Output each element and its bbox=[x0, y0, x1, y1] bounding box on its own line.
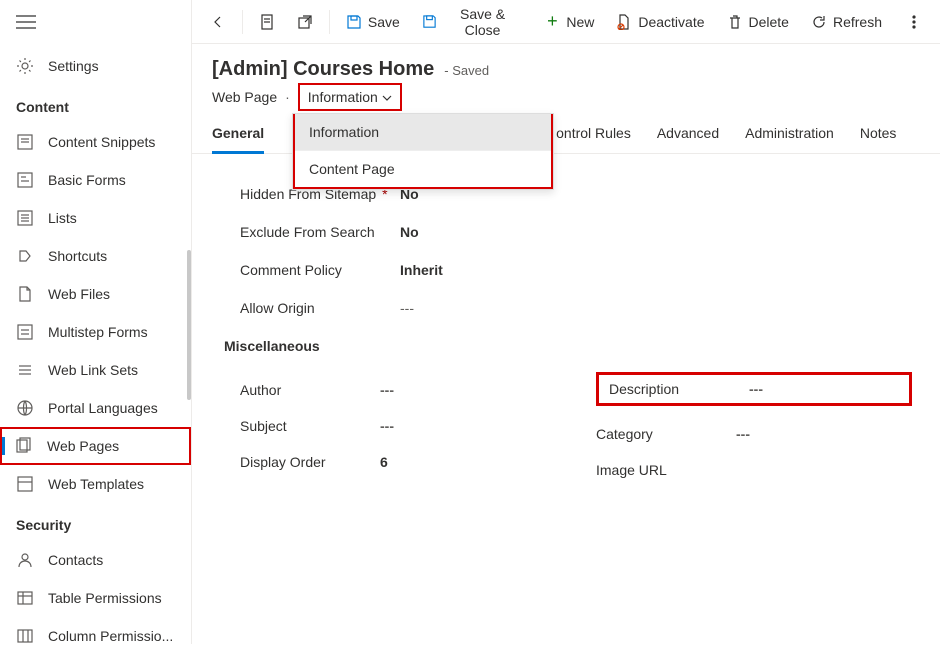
files-icon bbox=[16, 285, 34, 303]
list-icon bbox=[16, 209, 34, 227]
sidebar-item-web-templates[interactable]: Web Templates bbox=[0, 465, 191, 503]
field-exclude-from-search[interactable]: Exclude From Search No bbox=[240, 224, 912, 240]
deactivate-icon bbox=[616, 14, 632, 30]
linkset-icon bbox=[16, 361, 34, 379]
field-comment-policy[interactable]: Comment Policy Inherit bbox=[240, 262, 912, 278]
contacts-icon bbox=[16, 551, 34, 569]
save-button[interactable]: Save bbox=[336, 6, 410, 38]
field-subject[interactable]: Subject --- bbox=[240, 418, 556, 434]
document-icon bbox=[259, 14, 275, 30]
tableperm-icon bbox=[16, 589, 34, 607]
tab-advanced[interactable]: Advanced bbox=[657, 125, 719, 153]
gear-icon bbox=[16, 57, 34, 75]
sidebar-item-label: Web Templates bbox=[48, 476, 144, 492]
plus-icon: + bbox=[544, 14, 560, 30]
sidebar-item-label: Multistep Forms bbox=[48, 324, 148, 340]
section-miscellaneous: Miscellaneous bbox=[224, 338, 912, 354]
webpages-icon bbox=[15, 437, 33, 455]
sidebar-item-web-files[interactable]: Web Files bbox=[0, 275, 191, 313]
colperm-icon bbox=[16, 627, 34, 645]
sidebar: Settings Content Content Snippets Basic … bbox=[0, 0, 192, 644]
hamburger-menu[interactable] bbox=[16, 14, 175, 33]
field-image-url[interactable]: Image URL bbox=[596, 462, 912, 478]
sidebar-item-label: Settings bbox=[48, 58, 99, 74]
back-button[interactable] bbox=[200, 6, 236, 38]
dropdown-item-content-page[interactable]: Content Page bbox=[295, 150, 551, 187]
sidebar-item-basic-forms[interactable]: Basic Forms bbox=[0, 161, 191, 199]
sidebar-item-shortcuts[interactable]: Shortcuts bbox=[0, 237, 191, 275]
view-selector[interactable]: Information bbox=[302, 85, 398, 109]
sidebar-item-multistep-forms[interactable]: Multistep Forms bbox=[0, 313, 191, 351]
delete-button[interactable]: Delete bbox=[717, 6, 799, 38]
sidebar-item-portal-languages[interactable]: Portal Languages bbox=[0, 389, 191, 427]
sidebar-item-label: Content Snippets bbox=[48, 134, 155, 150]
multistep-icon bbox=[16, 323, 34, 341]
save-icon bbox=[346, 14, 362, 30]
sidebar-item-label: Web Pages bbox=[47, 438, 119, 454]
sidebar-item-content-snippets[interactable]: Content Snippets bbox=[0, 123, 191, 161]
sidebar-item-label: Lists bbox=[48, 210, 77, 226]
sidebar-scrollbar[interactable] bbox=[187, 250, 191, 400]
sidebar-item-label: Web Files bbox=[48, 286, 110, 302]
field-description[interactable]: Description --- bbox=[596, 372, 912, 406]
save-close-button[interactable]: Save & Close bbox=[412, 0, 533, 46]
language-icon bbox=[16, 399, 34, 417]
field-category[interactable]: Category --- bbox=[596, 426, 912, 442]
more-icon bbox=[906, 14, 922, 30]
delete-icon bbox=[727, 14, 743, 30]
form-content: Hidden From Sitemap* No Exclude From Sea… bbox=[192, 154, 940, 644]
dropdown-item-information[interactable]: Information bbox=[295, 114, 551, 150]
sidebar-item-label: Portal Languages bbox=[48, 400, 158, 416]
open-button[interactable] bbox=[287, 6, 323, 38]
section-content: Content bbox=[0, 85, 191, 123]
field-display-order[interactable]: Display Order 6 bbox=[240, 454, 556, 470]
toolbar: Save Save & Close +New Deactivate Delete… bbox=[192, 0, 940, 44]
chevron-down-icon bbox=[382, 89, 392, 105]
entity-name: Web Page bbox=[212, 89, 277, 105]
section-security: Security bbox=[0, 503, 191, 541]
field-author[interactable]: Author --- bbox=[240, 382, 556, 398]
template-icon bbox=[16, 475, 34, 493]
tab-control-rules[interactable]: ontrol Rules bbox=[556, 125, 631, 153]
view-selector-dropdown: Information Content Page bbox=[292, 113, 554, 190]
sidebar-item-label: Web Link Sets bbox=[48, 362, 138, 378]
field-allow-origin[interactable]: Allow Origin --- bbox=[240, 300, 912, 316]
deactivate-button[interactable]: Deactivate bbox=[606, 6, 714, 38]
sidebar-item-label: Table Permissions bbox=[48, 590, 162, 606]
tab-administration[interactable]: Administration bbox=[745, 125, 834, 153]
refresh-icon bbox=[811, 14, 827, 30]
sidebar-item-web-pages[interactable]: Web Pages bbox=[0, 427, 191, 465]
more-button[interactable] bbox=[896, 6, 932, 38]
sidebar-item-settings[interactable]: Settings bbox=[0, 47, 191, 85]
saved-indicator: - Saved bbox=[444, 63, 489, 78]
snippet-icon bbox=[16, 133, 34, 151]
tab-notes[interactable]: Notes bbox=[860, 125, 897, 153]
sidebar-item-lists[interactable]: Lists bbox=[0, 199, 191, 237]
main: Save Save & Close +New Deactivate Delete… bbox=[192, 0, 940, 644]
document-button[interactable] bbox=[249, 6, 285, 38]
shortcut-icon bbox=[16, 247, 34, 265]
sidebar-item-contacts[interactable]: Contacts bbox=[0, 541, 191, 579]
open-icon bbox=[297, 14, 313, 30]
save-close-icon bbox=[422, 14, 437, 30]
sidebar-item-label: Shortcuts bbox=[48, 248, 107, 264]
refresh-button[interactable]: Refresh bbox=[801, 6, 892, 38]
sidebar-item-column-permissions[interactable]: Column Permissio... bbox=[0, 617, 191, 655]
tab-general[interactable]: General bbox=[212, 125, 264, 154]
sidebar-item-label: Basic Forms bbox=[48, 172, 126, 188]
back-icon bbox=[210, 14, 226, 30]
form-icon bbox=[16, 171, 34, 189]
new-button[interactable]: +New bbox=[534, 6, 604, 38]
page-header: [Admin] Courses Home - Saved Web Page · … bbox=[192, 44, 940, 111]
page-title: [Admin] Courses Home bbox=[212, 58, 434, 81]
sidebar-item-label: Column Permissio... bbox=[48, 628, 173, 644]
sidebar-item-web-link-sets[interactable]: Web Link Sets bbox=[0, 351, 191, 389]
sidebar-item-label: Contacts bbox=[48, 552, 103, 568]
sidebar-item-table-permissions[interactable]: Table Permissions bbox=[0, 579, 191, 617]
